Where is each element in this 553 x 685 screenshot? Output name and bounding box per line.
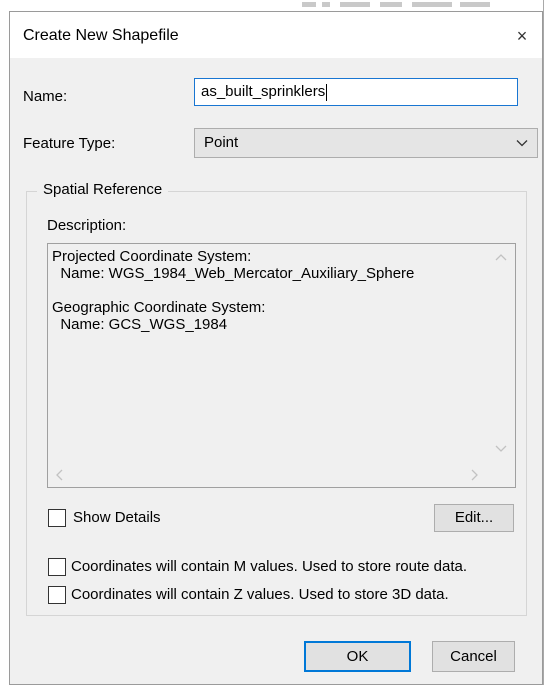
spatial-reference-legend: Spatial Reference [37,180,169,200]
name-input-value: as_built_sprinklers [201,83,326,100]
description-textbox[interactable]: Projected Coordinate System: Name: WGS_1… [47,243,516,488]
show-details-label[interactable]: Show Details [73,509,161,527]
scroll-left-icon[interactable] [54,468,66,482]
feature-type-value: Point [204,134,239,151]
cancel-button[interactable]: Cancel [432,641,515,672]
m-values-checkbox[interactable] [48,558,66,576]
description-label: Description: [47,217,127,234]
create-shapefile-dialog: Create New Shapefile × Name: as_built_sp… [9,11,543,685]
feature-type-label: Feature Type: [23,135,116,152]
z-values-label[interactable]: Coordinates will contain Z values. Used … [71,586,449,604]
scroll-right-icon[interactable] [468,468,480,482]
description-text: Projected Coordinate System: Name: WGS_1… [52,248,415,333]
chevron-down-icon [516,140,528,147]
background-window-edge [300,0,530,10]
edit-button[interactable]: Edit... [434,504,514,532]
name-label: Name: [23,88,68,105]
close-icon[interactable]: × [507,21,537,51]
show-details-checkbox[interactable] [48,509,66,527]
background-window-border [543,0,544,685]
scroll-up-icon[interactable] [494,252,508,264]
dialog-title: Create New Shapefile [23,27,179,44]
z-values-checkbox[interactable] [48,586,66,604]
ok-button[interactable]: OK [304,641,411,672]
m-values-label[interactable]: Coordinates will contain M values. Used … [71,558,467,576]
feature-type-select[interactable]: Point [194,128,538,158]
text-caret [326,83,328,101]
title-bar[interactable]: Create New Shapefile × [10,12,542,58]
scroll-down-icon[interactable] [494,442,508,454]
name-input[interactable]: as_built_sprinklers [194,78,518,106]
